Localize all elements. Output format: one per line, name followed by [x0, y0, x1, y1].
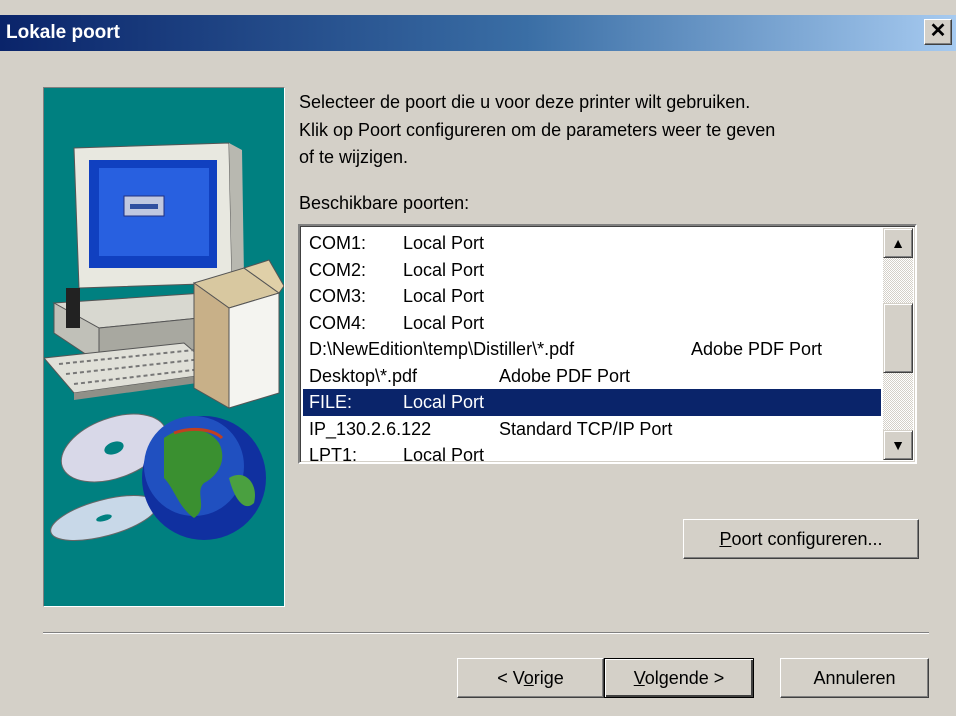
scroll-down-button[interactable]: ▼ [883, 430, 913, 460]
port-name: COM2: [309, 259, 367, 280]
port-desc: Adobe PDF Port [691, 339, 823, 359]
arrow-up-icon: ▲ [891, 235, 905, 251]
port-name: COM1: [309, 233, 367, 253]
next-button[interactable]: Volgende > [604, 658, 754, 698]
port-row-com3[interactable]: COM3: Local Port [303, 283, 881, 310]
scroll-up-button[interactable]: ▲ [883, 228, 913, 258]
port-desc: Local Port [403, 445, 485, 464]
scroll-thumb[interactable] [883, 303, 913, 373]
cancel-button[interactable]: Annuleren [780, 658, 929, 698]
port-desc: Local Port [403, 312, 485, 333]
close-icon: ✕ [929, 20, 947, 42]
port-row-com1[interactable]: COM1: Local Port [303, 230, 881, 257]
monitor-icon [73, 142, 244, 289]
port-name: COM3: [309, 286, 367, 306]
port-desc: Local Port [403, 286, 485, 306]
port-row-file[interactable]: FILE: Local Port [303, 389, 881, 416]
port-desc: Local Port [403, 233, 485, 253]
keyboard-icon [44, 342, 221, 400]
port-desc: Local Port [403, 392, 485, 412]
ports-scrollbar[interactable]: ▲ ▼ [883, 228, 913, 460]
port-desc: Local Port [403, 259, 485, 280]
port-row-desktop-pdf[interactable]: Desktop\*.pdf Adobe PDF Port [303, 363, 881, 390]
port-name: FILE: [309, 392, 353, 412]
ports-listbox[interactable]: COM1: Local Port COM2: Local Port COM3: Loc… [298, 224, 917, 464]
port-name: IP_130.2.6.122 [309, 418, 432, 439]
intro-text-line2: Klik op Poort configureren om de paramet… [299, 120, 776, 140]
port-name: D:\NewEdition\temp\Distiller\*.pdf [309, 339, 575, 359]
port-row-distiller[interactable]: D:\NewEdition\temp\Distiller\*.pdf Adobe … [303, 336, 881, 363]
arrow-down-icon: ▼ [891, 437, 905, 453]
configure-port-button[interactable]: Poort configureren... [683, 519, 919, 559]
globe-icon [142, 416, 266, 540]
port-row-com2[interactable]: COM2: Local Port [303, 257, 881, 284]
intro-text-line3: of te wijzigen. [299, 147, 409, 167]
port-desc: Standard TCP/IP Port [499, 418, 673, 439]
port-name: Desktop\*.pdf [309, 365, 418, 386]
port-row-lpt1[interactable]: LPT1: Local Port [303, 442, 881, 464]
ports-list: COM1: Local Port COM2: Local Port COM3: Loc… [303, 230, 881, 464]
port-row-com4[interactable]: COM4: Local Port [303, 310, 881, 337]
wizard-illustration [43, 87, 285, 607]
ports-label: Beschikbare poorten: [299, 193, 470, 213]
software-box-icon [192, 259, 284, 409]
close-button[interactable]: ✕ [924, 19, 952, 45]
window-title: Lokale poort [6, 22, 121, 43]
title-bar: Lokale poort ✕ [0, 15, 956, 51]
back-button[interactable]: < Vorige [457, 658, 604, 698]
computer-globe-illustration [44, 142, 284, 541]
port-desc: Adobe PDF Port [499, 365, 631, 386]
intro-text-line1: Selecteer de poort die u voor deze print… [299, 92, 751, 112]
separator [43, 632, 929, 634]
port-name: COM4: [309, 312, 367, 333]
port-name: LPT1: [309, 445, 358, 464]
port-row-ip[interactable]: IP_130.2.6.122 Standard TCP/IP Port [303, 416, 881, 443]
